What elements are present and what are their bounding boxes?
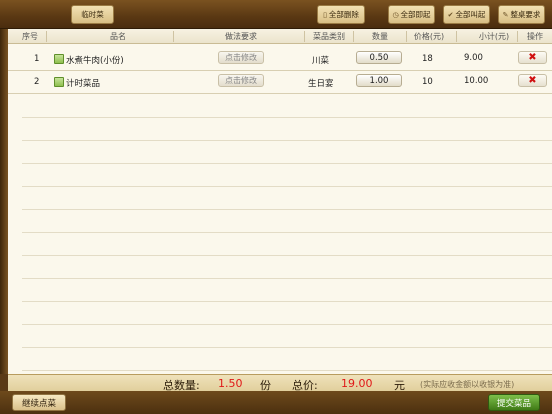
header-divider: [304, 31, 305, 42]
header-price: 价格(元): [413, 32, 445, 41]
continue-ordering-button[interactable]: 继续点菜: [12, 394, 66, 411]
close-icon: ✖: [528, 52, 537, 63]
dish-category: 生日宴: [308, 79, 334, 89]
header-divider: [406, 31, 407, 42]
dish-subtotal: 9.00: [464, 53, 483, 63]
modify-method-label: 点击修改: [225, 76, 257, 85]
row-rule: [22, 140, 552, 141]
dish-subtotal: 10.00: [464, 76, 489, 86]
temp-dish-label: 临时菜: [81, 10, 104, 19]
row-rule: [22, 209, 552, 210]
row-rule: [22, 324, 552, 325]
header-action: 操作: [527, 32, 543, 41]
header-divider: [353, 31, 354, 42]
modify-method-button[interactable]: 点击修改: [218, 51, 264, 64]
delete-all-label: 全部删除: [328, 10, 359, 19]
table-request-button[interactable]: ✎ 整桌要求: [498, 5, 545, 24]
header-no: 序号: [22, 32, 38, 41]
modify-method-button[interactable]: 点击修改: [218, 74, 264, 87]
continue-ordering-label: 继续点菜: [21, 398, 56, 409]
dish-price: 18: [422, 54, 433, 64]
call-all-button[interactable]: ✔ 全部叫起: [443, 5, 490, 24]
dish-icon: [54, 54, 64, 64]
quantity-value: 0.50: [369, 52, 389, 63]
temp-dish-button[interactable]: 临时菜: [71, 5, 114, 24]
dish-icon: [54, 77, 64, 87]
header-divider: [517, 31, 518, 42]
header-subtotal: 小计(元): [478, 32, 510, 41]
clock-icon: ◷: [392, 10, 399, 19]
row-number: 2: [34, 77, 40, 87]
row-rule: [22, 370, 552, 371]
top-toolbar: 临时菜 ▯ 全部删除 ◷ 全部即起 ✔ 全部叫起 ✎ 整桌要求: [0, 0, 552, 29]
quantity-value: 1.00: [369, 75, 389, 86]
row-rule: [22, 163, 552, 164]
row-rule: [22, 186, 552, 187]
totals-bar: 总数量: 1.50 份 总价: 19.00 元 (实际应收金额以收银为准): [8, 374, 552, 392]
total-qty-value: 1.50: [218, 377, 243, 390]
header-divider: [173, 31, 174, 42]
table-row[interactable]: 2 计时菜品 点击修改 生日宴 1.00 10 10.00 ✖: [8, 71, 552, 94]
row-rule: [22, 278, 552, 279]
edit-icon: ✎: [502, 10, 509, 19]
check-icon: ✔: [447, 10, 454, 19]
row-rule: [22, 117, 552, 118]
dish-price: 10: [422, 77, 433, 87]
row-rule: [22, 301, 552, 302]
quantity-button[interactable]: 0.50: [356, 51, 402, 64]
bottom-bar: 继续点菜 提交菜品: [0, 391, 552, 414]
header-divider: [46, 31, 47, 42]
trash-icon: ▯: [323, 10, 327, 19]
header-category: 菜品类别: [313, 32, 345, 41]
quantity-button[interactable]: 1.00: [356, 74, 402, 87]
header-qty: 数量: [372, 32, 388, 41]
header-divider: [456, 31, 457, 42]
table-row[interactable]: 1 水煮牛肉(小份) 点击修改 川菜 0.50 18 9.00 ✖: [8, 48, 552, 71]
header-name: 品名: [110, 32, 126, 41]
table-request-label: 整桌要求: [510, 10, 541, 19]
total-price-value: 19.00: [341, 377, 373, 390]
table-header: 序号 品名 做法要求 菜品类别 数量 价格(元) 小计(元) 操作: [8, 29, 552, 44]
dish-name: 水煮牛肉(小份): [66, 56, 124, 66]
start-all-label: 全部即起: [400, 10, 431, 19]
total-note: (实际应收金额以收银为准): [420, 380, 515, 389]
dish-name: 计时菜品: [66, 79, 101, 89]
call-all-label: 全部叫起: [455, 10, 486, 19]
row-rule: [22, 232, 552, 233]
delete-all-button[interactable]: ▯ 全部删除: [317, 5, 365, 24]
header-method: 做法要求: [225, 32, 257, 41]
modify-method-label: 点击修改: [225, 53, 257, 62]
delete-row-button[interactable]: ✖: [518, 51, 547, 64]
delete-row-button[interactable]: ✖: [518, 74, 547, 87]
row-rule: [22, 255, 552, 256]
submit-dishes-label: 提交菜品: [496, 398, 531, 409]
close-icon: ✖: [528, 75, 537, 86]
start-all-button[interactable]: ◷ 全部即起: [388, 5, 435, 24]
left-edge: [0, 29, 8, 374]
dish-category: 川菜: [312, 56, 330, 66]
row-rule: [22, 347, 552, 348]
row-number: 1: [34, 54, 40, 64]
submit-dishes-button[interactable]: 提交菜品: [488, 394, 540, 411]
